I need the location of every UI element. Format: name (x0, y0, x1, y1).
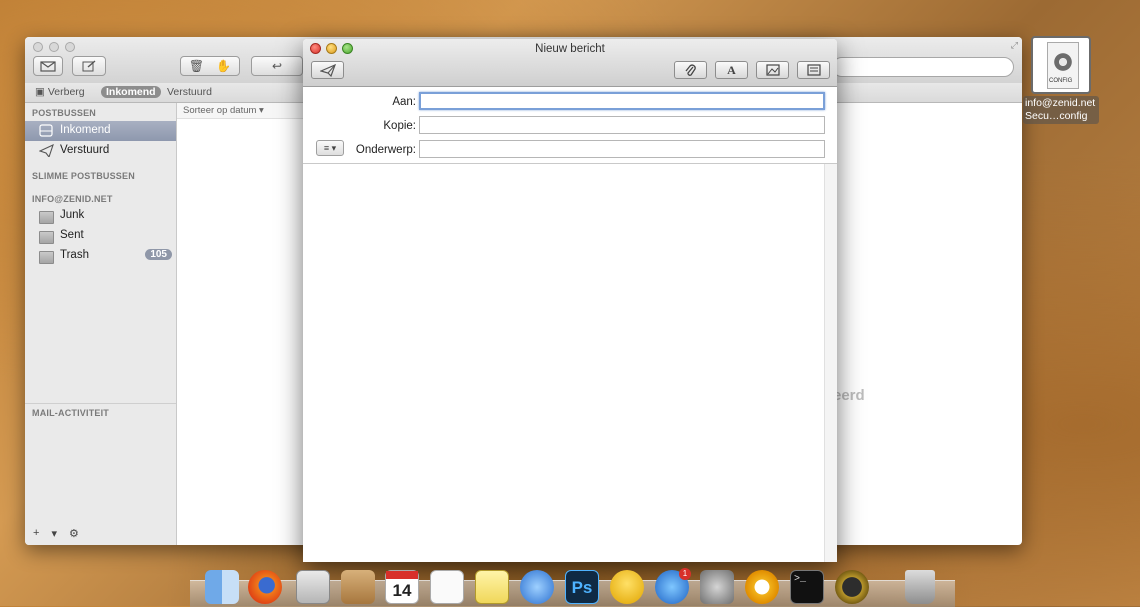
sidebar: POSTBUSSEN Inkomend Verstuurd SLIMME POS… (25, 103, 177, 545)
firefox-icon[interactable] (248, 570, 282, 604)
update-badge: 1 (679, 568, 691, 580)
photo-browser-button[interactable] (756, 61, 789, 79)
finder-icon[interactable] (205, 570, 239, 604)
to-row: Aan: (303, 92, 837, 116)
send-button[interactable] (311, 61, 344, 79)
sort-by-date[interactable]: Sorteer op datum ▾ (183, 105, 264, 116)
gear-icon (1052, 51, 1074, 73)
reply-icon[interactable]: ↩ (272, 59, 282, 73)
desktop-file-label[interactable]: info@zenid.net Secu…config (1023, 96, 1099, 124)
message-body[interactable] (303, 164, 823, 562)
calendar-header (386, 571, 418, 579)
sidebar-item-label: Junk (60, 209, 85, 221)
subject-field[interactable] (419, 140, 825, 158)
contacts-icon[interactable] (341, 570, 375, 604)
delete-junk-group[interactable]: 🗑 ✋ (180, 56, 240, 76)
favorite-sent[interactable]: Verstuurd (167, 86, 212, 98)
reminders-icon[interactable] (430, 570, 464, 604)
window-controls (33, 42, 75, 52)
cyberduck-icon[interactable] (610, 570, 644, 604)
hide-mailbox-button[interactable]: ▾ (51, 527, 57, 540)
no-message-text: eerd (833, 387, 865, 404)
reply-group[interactable]: ↩ (251, 56, 303, 76)
scrollbar[interactable] (824, 164, 837, 562)
compose-toolbar: Nieuw bericht A (303, 39, 837, 87)
window-title: Nieuw bericht (535, 43, 605, 55)
add-mailbox-button[interactable]: + (33, 527, 39, 540)
mail-activity-panel: MAIL-ACTIVITEIT (25, 403, 176, 545)
sidebar-item-label: Sent (60, 229, 84, 241)
paper-plane-icon (39, 144, 54, 157)
sidebar-item-label: Verstuurd (60, 144, 110, 156)
sidebar-item-label: Trash (60, 249, 89, 261)
mailboxes-header: POSTBUSSEN (32, 108, 97, 118)
unread-count-badge: 105 (145, 249, 172, 260)
itunes-icon[interactable] (520, 570, 554, 604)
paperclip-icon (684, 63, 696, 76)
sidebar-item-junk[interactable]: Junk (25, 206, 176, 226)
close-button[interactable] (33, 42, 43, 52)
folder-icon (39, 211, 54, 224)
sidebar-item-label: Inkomend (60, 124, 111, 136)
sidebar-item-sent-folder[interactable]: Sent (25, 226, 176, 246)
document-icon: CONFIG (1047, 42, 1079, 89)
folder-icon (39, 251, 54, 264)
cc-row: Kopie: (303, 116, 837, 140)
console-icon[interactable] (835, 570, 869, 604)
font-icon: A (727, 62, 736, 77)
thumbs-down-icon[interactable]: ✋ (216, 59, 231, 73)
sidebar-actions: + ▾ ⚙ (33, 527, 79, 540)
compose-button[interactable] (72, 56, 106, 76)
hide-label: Verberg (47, 86, 85, 98)
sidebar-item-trash[interactable]: Trash 105 (25, 246, 176, 266)
app-store-icon[interactable]: 1 (655, 568, 691, 604)
cc-field[interactable] (419, 116, 825, 134)
sort-bar: Sorteer op datum ▾ (177, 103, 303, 119)
outlook-icon[interactable] (745, 570, 779, 604)
trash-can-icon[interactable] (905, 570, 935, 604)
gear-icon[interactable]: ⚙ (69, 527, 79, 540)
attach-button[interactable] (674, 61, 707, 79)
terminal-icon[interactable]: >_ (790, 570, 824, 604)
activity-header: MAIL-ACTIVITEIT (32, 408, 109, 418)
zoom-button[interactable] (65, 42, 75, 52)
config-badge: CONFIG (1049, 78, 1073, 84)
mail-icon[interactable] (296, 570, 330, 604)
get-mail-button[interactable] (33, 56, 63, 76)
sidebar-item-inbox[interactable]: Inkomend (25, 121, 176, 141)
fullscreen-icon[interactable]: ⤢ (1011, 40, 1018, 51)
inbox-icon (39, 124, 53, 137)
cc-label: Kopie: (383, 120, 416, 132)
envelope-icon (40, 60, 56, 72)
calendar-icon[interactable]: 14 (385, 570, 419, 604)
subject-row: Onderwerp: (303, 140, 837, 164)
fonts-button[interactable]: A (715, 61, 748, 79)
template-icon (806, 64, 821, 76)
message-list: Sorteer op datum ▾ (177, 103, 304, 545)
to-label: Aan: (392, 96, 416, 108)
desktop-config-file[interactable]: CONFIG (1031, 36, 1091, 94)
smart-mailboxes-header: SLIMME POSTBUSSEN (32, 171, 135, 181)
photoshop-icon[interactable]: Ps (565, 570, 599, 604)
hide-toggle[interactable]: ▣ Verberg (35, 86, 85, 98)
favorite-inbox[interactable]: Inkomend (101, 86, 161, 98)
compose-window: Nieuw bericht A Aan: Kopie: ≡ ▾ Onderwer… (303, 39, 837, 562)
stationery-button[interactable] (797, 61, 830, 79)
account-header: INFO@ZENID.NET (32, 194, 113, 204)
subject-label: Onderwerp: (355, 144, 416, 156)
folder-icon (39, 231, 54, 244)
trash-icon[interactable]: 🗑 (189, 59, 204, 73)
search-field[interactable] (832, 57, 1014, 77)
photo-icon (765, 64, 780, 76)
minimize-button[interactable] (49, 42, 59, 52)
to-field[interactable] (419, 92, 825, 110)
compose-icon (82, 60, 96, 72)
sidebar-item-sent[interactable]: Verstuurd (25, 141, 176, 161)
send-icon (319, 63, 336, 77)
calendar-day: 14 (392, 581, 412, 600)
system-preferences-icon[interactable] (700, 570, 734, 604)
notes-icon[interactable] (475, 570, 509, 604)
